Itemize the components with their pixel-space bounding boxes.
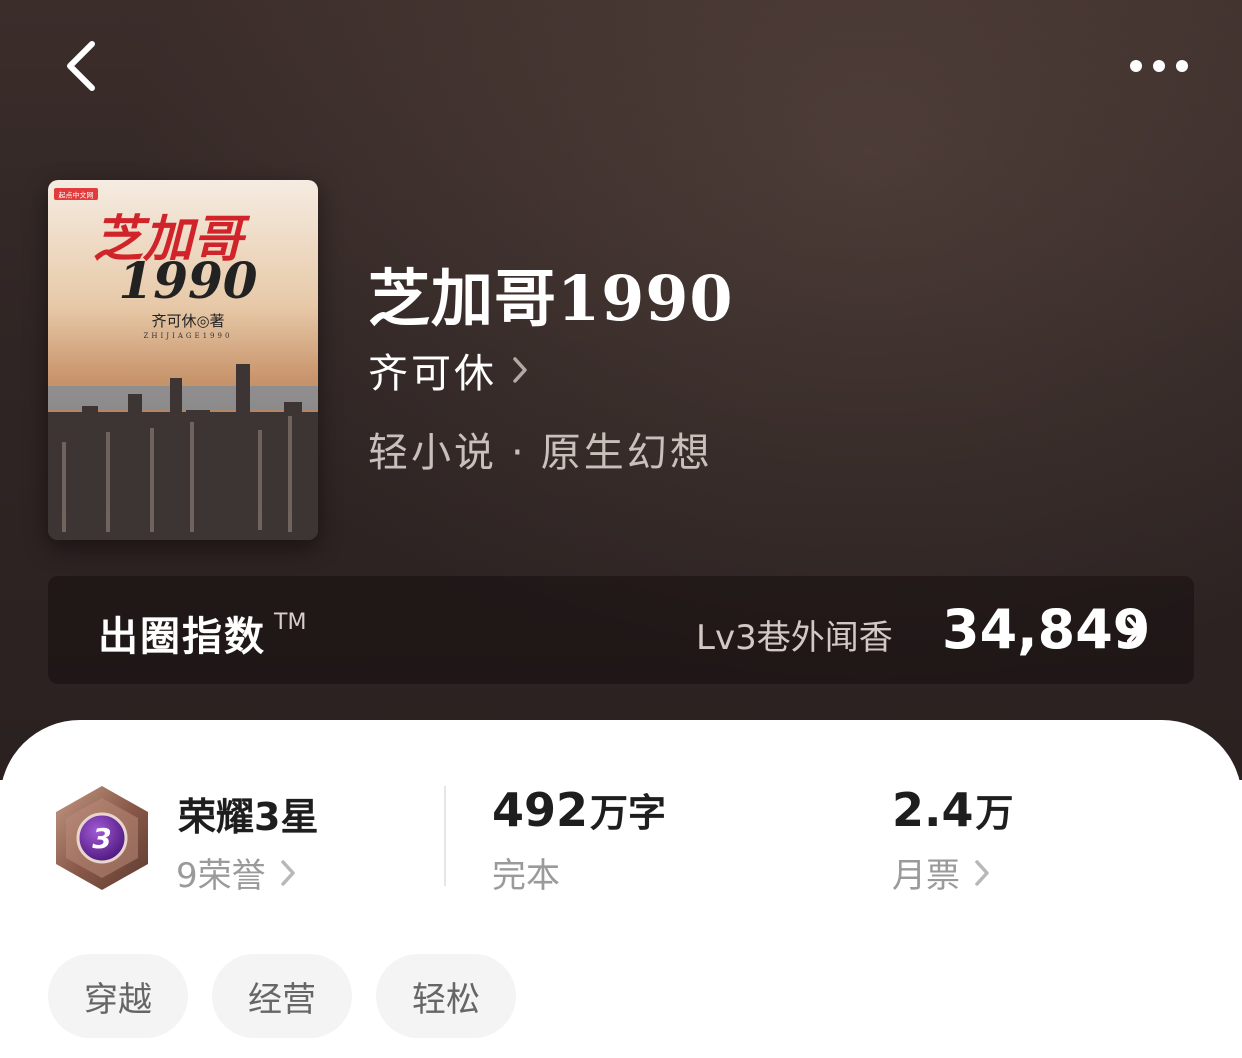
chevron-right-icon: [513, 357, 527, 383]
cover-pinyin: ZHIJIAGE1990: [144, 332, 233, 340]
stats-divider: [444, 786, 446, 886]
index-level: Lv3巷外闻香: [696, 618, 893, 658]
tag-list: 穿越 经营 轻松: [48, 954, 516, 1038]
chevron-right-icon: [280, 859, 295, 886]
word-count-unit: 万字: [590, 791, 667, 835]
more-dots-icon: [1130, 60, 1188, 72]
completion-status-label: 完本: [492, 856, 560, 896]
tag-chip[interactable]: 穿越: [48, 954, 188, 1038]
more-options-button[interactable]: [1122, 44, 1196, 88]
monthly-ticket-unit: 万: [975, 791, 1014, 835]
monthly-ticket-link[interactable]: 月票: [892, 848, 990, 897]
index-value: 34,849: [942, 598, 1151, 661]
cover-author-sign: 齐可休◎著: [151, 312, 224, 330]
trademark-mark: TM: [274, 610, 307, 635]
completion-status: 完本: [492, 848, 560, 897]
book-cover[interactable]: 起点中文网 芝加哥 1990 齐可休◎著 ZHIJIAGE1990: [48, 180, 318, 540]
book-title: 芝加哥1990: [368, 262, 734, 335]
category-separator: ·: [511, 430, 527, 476]
subcategory-label: 原生幻想: [540, 430, 713, 476]
author-link[interactable]: 齐可休: [368, 342, 529, 398]
chevron-left-icon: [67, 41, 95, 91]
index-label: 出圈指数: [98, 614, 266, 660]
popularity-index-bar[interactable]: 出圈指数 TM Lv3巷外闻香 34,849: [48, 576, 1194, 684]
chevron-right-icon: [975, 859, 989, 886]
chevron-right-icon: [1127, 617, 1141, 643]
tag-chip[interactable]: 经营: [212, 954, 352, 1038]
cover-publisher-badge: 起点中文网: [59, 191, 94, 200]
word-count-value: 492: [492, 783, 589, 837]
book-category: 轻小说 · 原生幻想: [368, 420, 713, 478]
honor-badge-number: 3: [92, 822, 111, 855]
honor-count-link[interactable]: 9荣誉: [176, 848, 296, 897]
back-button[interactable]: [56, 36, 112, 96]
tag-chip[interactable]: 轻松: [376, 954, 516, 1038]
honor-badge-icon: 3: [56, 786, 148, 890]
monthly-ticket-value: 2.4: [892, 783, 974, 837]
category-label: 轻小说: [368, 430, 497, 476]
honor-title: 荣耀3星: [178, 795, 319, 839]
word-count-stat: 492万字: [492, 782, 666, 837]
author-name: 齐可休: [368, 351, 497, 397]
cover-title-line2: 1990: [118, 251, 257, 310]
honor-count: 9荣誉: [176, 856, 266, 896]
monthly-ticket-label: 月票: [892, 856, 960, 896]
monthly-ticket-stat: 2.4万: [892, 782, 1014, 837]
